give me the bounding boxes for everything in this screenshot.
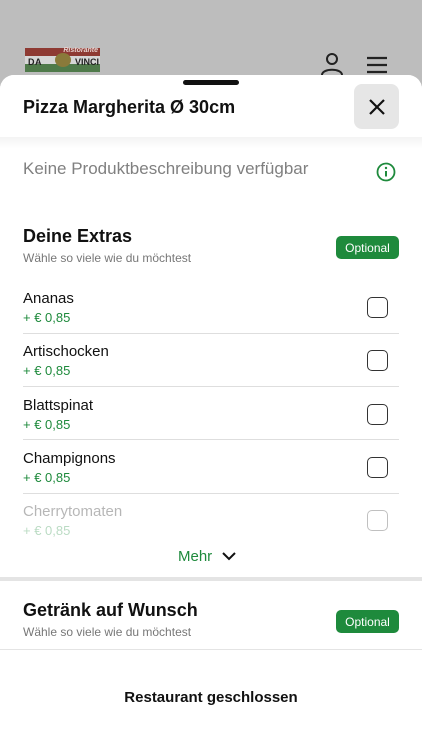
hamburger-menu-icon[interactable] (366, 52, 390, 76)
extras-optional-badge: Optional (336, 236, 399, 259)
extra-item-champignons[interactable]: Champignons + € 0,85 (23, 450, 399, 503)
extra-item-price: + € 0,85 (23, 310, 71, 325)
item-divider (23, 439, 399, 440)
close-button[interactable] (354, 84, 399, 129)
sheet-title-bar: Pizza Margherita Ø 30cm (0, 75, 422, 137)
extra-item-price: + € 0,85 (23, 417, 71, 432)
logo-right-text: VINCI (75, 57, 100, 67)
extras-subtitle: Wähle so viele wie du möchtest (23, 251, 192, 265)
show-more-button[interactable]: Mehr (178, 548, 236, 565)
item-divider (23, 333, 399, 334)
drinks-optional-badge: Optional (336, 610, 399, 633)
restaurant-status: Restaurant geschlossen (124, 689, 298, 706)
extra-item-price: + € 0,85 (23, 523, 71, 538)
extra-item-checkbox[interactable] (367, 404, 388, 425)
restaurant-logo[interactable]: Ristorante DA VINCI (25, 47, 100, 74)
extra-item-name: Ananas (23, 290, 74, 307)
user-icon[interactable] (320, 52, 344, 76)
extra-item-blattspinat[interactable]: Blattspinat + € 0,85 (23, 397, 399, 450)
drinks-subtitle: Wähle so viele wie du möchtest (23, 625, 192, 639)
close-icon (368, 98, 385, 115)
extra-item-checkbox[interactable] (367, 350, 388, 371)
drinks-title: Getränk auf Wunsch (23, 600, 198, 620)
logo-top-text: Ristorante (63, 47, 98, 54)
footer-divider (0, 649, 422, 650)
section-divider (0, 577, 422, 581)
extra-item-price: + € 0,85 (23, 363, 71, 378)
logo-left-text: DA (28, 57, 42, 67)
extra-item-name: Blattspinat (23, 397, 94, 414)
extra-item-artischocken[interactable]: Artischocken + € 0,85 (23, 343, 399, 396)
extra-item-checkbox[interactable] (367, 297, 388, 318)
product-sheet: Pizza Margherita Ø 30cm Keine Produktbes… (0, 75, 422, 750)
item-divider (23, 386, 399, 387)
extra-item-checkbox[interactable] (367, 510, 388, 531)
extra-item-name: Artischocken (23, 343, 109, 360)
chevron-down-icon (222, 552, 236, 561)
extra-item-name: Cherrytomaten (23, 503, 123, 520)
extra-item-price: + € 0,85 (23, 470, 71, 485)
extras-title: Deine Extras (23, 226, 133, 246)
product-description: Keine Produktbeschreibung verfügbar (23, 159, 309, 178)
show-more-label: Mehr (178, 548, 213, 565)
extra-item-name: Champignons (23, 450, 116, 467)
logo-emblem (55, 53, 71, 67)
product-title: Pizza Margherita Ø 30cm (23, 97, 236, 117)
extra-item-checkbox[interactable] (367, 457, 388, 478)
extra-item-ananas[interactable]: Ananas + € 0,85 (23, 290, 399, 343)
info-icon[interactable] (376, 162, 396, 182)
item-divider (23, 493, 399, 494)
title-shadow (0, 137, 422, 149)
sheet-grabber[interactable] (183, 80, 239, 85)
